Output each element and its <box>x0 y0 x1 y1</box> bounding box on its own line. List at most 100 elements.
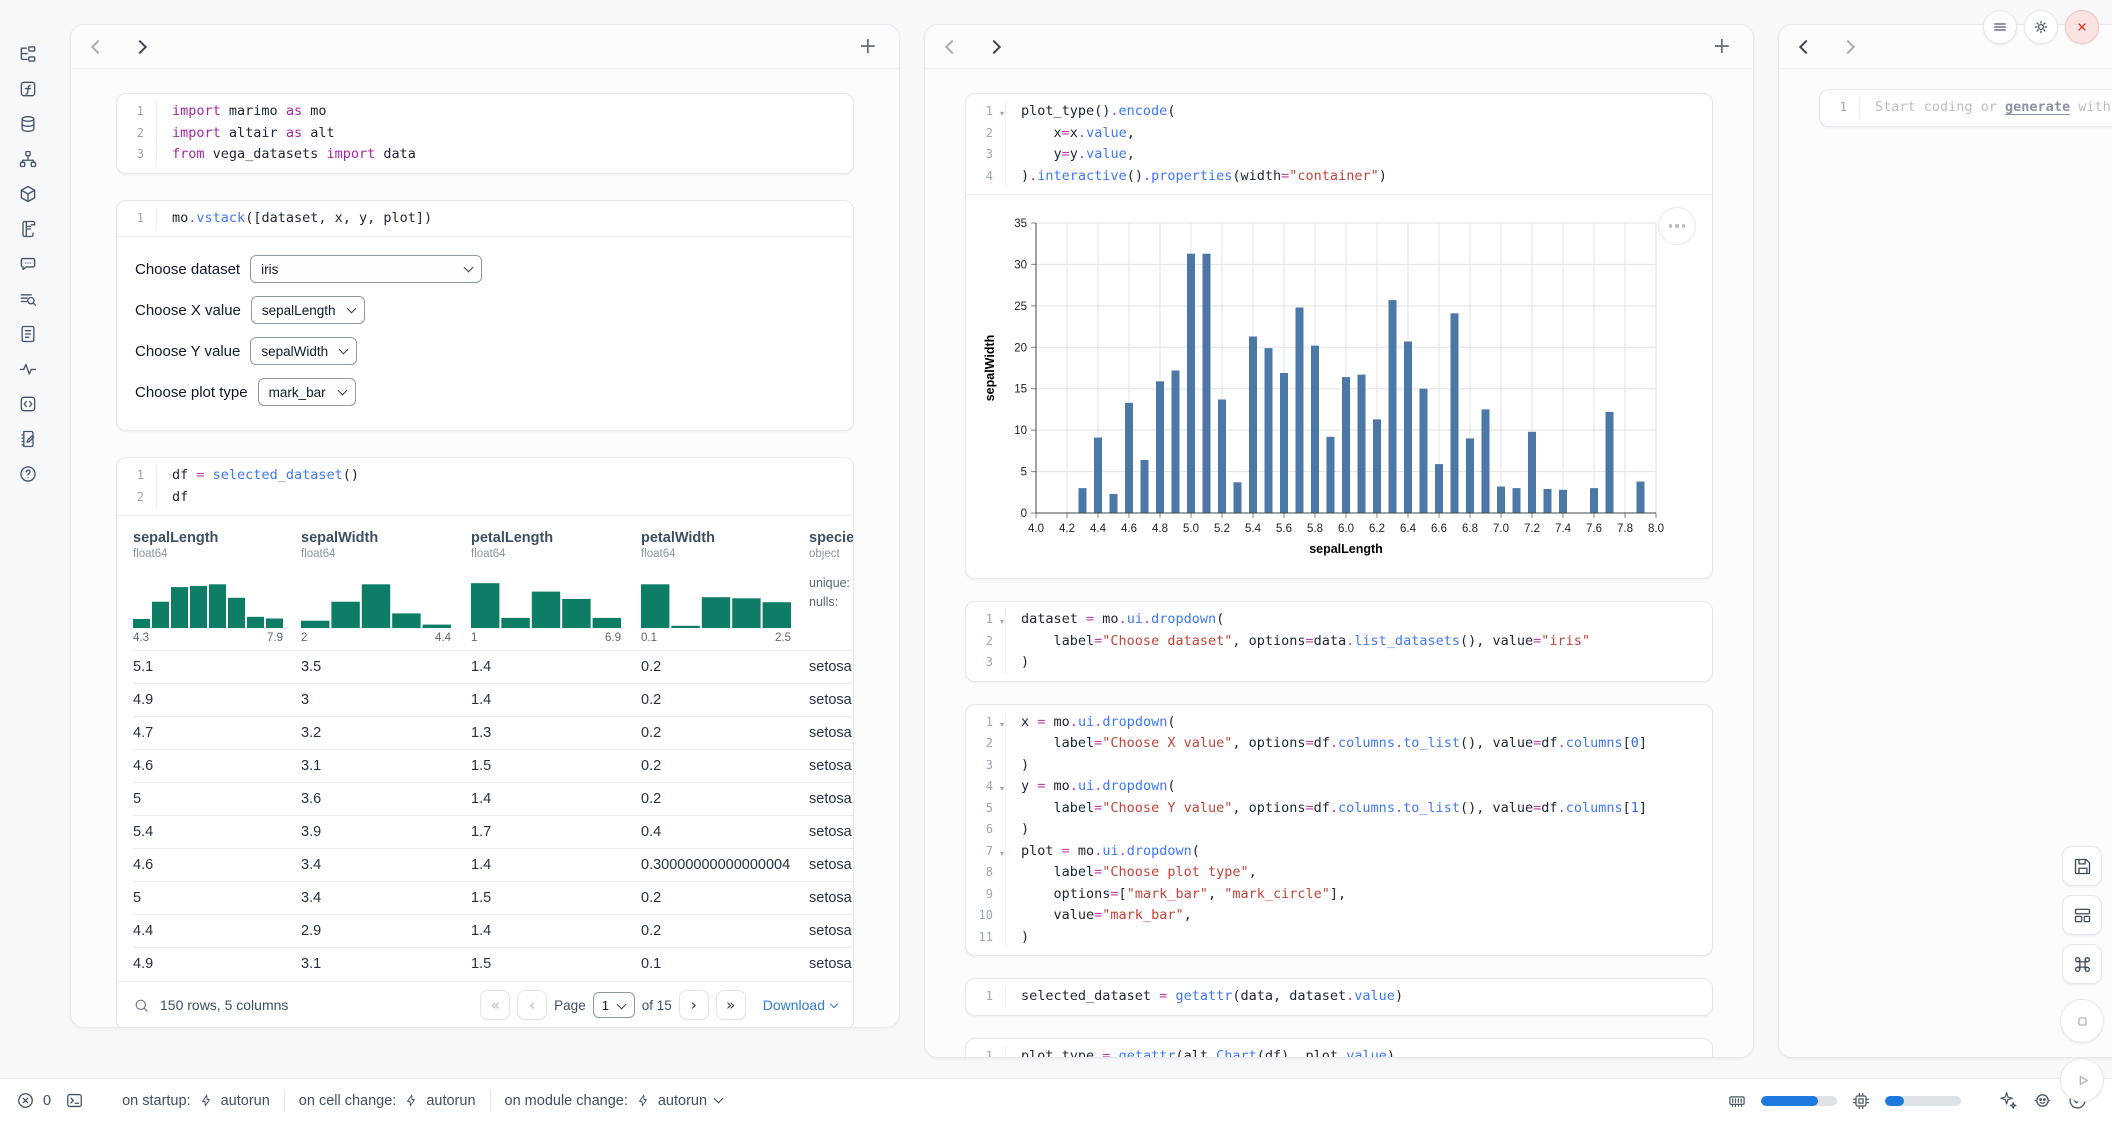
runtime-on-startup[interactable]: on startup: autorun <box>122 1093 270 1109</box>
bar-chart[interactable]: 4.04.24.44.64.85.05.25.45.65.86.06.26.46… <box>980 211 1700 568</box>
play-icon <box>2072 1070 2093 1091</box>
save-button[interactable] <box>2062 846 2102 886</box>
code-editor[interactable]: 1import marimo as mo2import altair as al… <box>117 94 853 173</box>
code-editor[interactable]: 1selected_dataset = getattr(data, datase… <box>966 979 1712 1015</box>
line-number: 3 <box>966 755 1006 777</box>
column-right-icon[interactable] <box>987 39 1001 53</box>
prev-page-button[interactable]: ‹ <box>517 990 547 1020</box>
tracing-icon[interactable] <box>18 359 38 379</box>
menu-button[interactable] <box>1983 10 2017 44</box>
keyboard-shortcuts-button[interactable] <box>2062 944 2102 984</box>
table-row[interactable]: 5.13.51.40.2setosa <box>133 651 853 684</box>
ai-sparkles-icon[interactable] <box>1997 1090 2018 1111</box>
table-row[interactable]: 4.931.40.2setosa <box>133 684 853 717</box>
table-row[interactable]: 4.63.11.50.2setosa <box>133 750 853 783</box>
table-row[interactable]: 4.63.41.40.30000000000000004setosa <box>133 849 853 882</box>
code-editor[interactable]: 1plot_type = getattr(alt.Chart(df), plot… <box>966 1039 1712 1058</box>
column-right-icon[interactable] <box>1841 39 1855 53</box>
snippets-icon[interactable] <box>18 394 38 414</box>
documentation-icon[interactable] <box>18 324 38 344</box>
layout-button[interactable] <box>2062 895 2102 935</box>
file-tree-icon[interactable] <box>18 44 38 64</box>
table-row[interactable]: 4.42.91.40.2setosa <box>133 915 853 948</box>
fold-icon[interactable]: ▾ <box>1000 714 1004 736</box>
fold-icon[interactable]: ▾ <box>1000 103 1004 125</box>
placeholder-text: Start coding or <box>1875 99 2005 115</box>
first-page-button[interactable]: « <box>480 990 510 1020</box>
table-row[interactable]: 5.43.91.70.4setosa <box>133 816 853 849</box>
runtime-on-module-change[interactable]: on module change: autorun <box>505 1093 723 1109</box>
next-page-button[interactable]: › <box>679 990 709 1020</box>
run-button[interactable] <box>2060 1058 2104 1102</box>
fold-icon[interactable]: ▾ <box>1000 611 1004 633</box>
code-editor[interactable]: 1▾x = mo.ui.dropdown(2 label="Choose X v… <box>966 705 1712 956</box>
table-row[interactable]: 4.93.11.50.1setosa <box>133 948 853 981</box>
fold-icon[interactable]: ▾ <box>1000 778 1004 800</box>
table-row[interactable]: 53.61.40.2setosa <box>133 783 853 816</box>
chevron-down-icon <box>830 999 838 1007</box>
table-row[interactable]: 4.73.21.30.2setosa <box>133 717 853 750</box>
choose-x-value-select[interactable]: sepalLength <box>251 296 365 324</box>
svg-text:6.4: 6.4 <box>1400 523 1417 535</box>
line-number: 5 <box>966 798 1006 820</box>
notebook-icon[interactable] <box>18 429 38 449</box>
choose-plot-type-select[interactable]: mark_bar <box>258 378 356 406</box>
choose-dataset-select[interactable]: iris <box>250 255 482 283</box>
errors-indicator[interactable]: 0 <box>16 1091 51 1110</box>
settings-button[interactable] <box>2024 10 2058 44</box>
code-editor[interactable]: 1mo.vstack([dataset, x, y, plot]) <box>117 201 853 237</box>
code-editor[interactable]: 1▾plot_type().encode(2 x=x.value,3 y=y.v… <box>966 94 1712 194</box>
terminal-button[interactable] <box>65 1091 84 1110</box>
generate-ai-link[interactable]: generate <box>2005 99 2070 115</box>
line-number: 10 <box>966 905 1006 927</box>
line-number: 1▾ <box>966 609 1006 631</box>
line-number: 1▾ <box>966 101 1006 123</box>
table-row[interactable]: 53.41.50.2setosa <box>133 882 853 915</box>
add-column-button[interactable]: + <box>1713 36 1731 58</box>
scratchpad-icon[interactable] <box>18 289 38 309</box>
control-row: Choose Y value sepalWidth <box>135 337 835 365</box>
vstack-output: Choose datasetirisChoose X valuesepalLen… <box>117 236 853 430</box>
choose-y-value-select[interactable]: sepalWidth <box>250 337 357 365</box>
column-header[interactable]: petalLengthfloat6416.9 <box>471 528 641 651</box>
dataframe-table: sepalLengthfloat644.37.9sepalWidthfloat6… <box>133 528 853 981</box>
download-button[interactable]: Download <box>763 997 837 1013</box>
column-2: + 1▾plot_type().encode(2 x=x.value,3 y=y… <box>924 24 1754 1058</box>
column-left-icon[interactable] <box>945 39 959 53</box>
column-right-icon[interactable] <box>133 39 147 53</box>
line-number: 4 <box>966 166 1006 188</box>
assistant-robot-icon[interactable] <box>2032 1090 2053 1111</box>
svg-text:5.2: 5.2 <box>1214 523 1230 535</box>
column-header[interactable]: speciesobjectunique:nulls: <box>809 528 853 651</box>
close-icon <box>2073 18 2091 36</box>
runtime-on-cell-change[interactable]: on cell change: autorun <box>299 1093 476 1109</box>
control-label: Choose Y value <box>135 343 240 360</box>
close-panel-button[interactable] <box>2065 10 2099 44</box>
dependencies-icon[interactable] <box>18 149 38 169</box>
code-editor[interactable]: 1▾dataset = mo.ui.dropdown(2 label="Choo… <box>966 602 1712 681</box>
code-editor[interactable]: 1 Start coding or generate with <box>1820 90 2112 126</box>
help-icon[interactable] <box>18 464 38 484</box>
stop-button[interactable] <box>2060 999 2104 1043</box>
packages-icon[interactable] <box>18 184 38 204</box>
functions-icon[interactable] <box>18 79 38 99</box>
chat-icon[interactable] <box>18 254 38 274</box>
add-column-button[interactable]: + <box>859 36 877 58</box>
last-page-button[interactable]: » <box>716 990 746 1020</box>
column-header[interactable]: sepalWidthfloat6424.4 <box>301 528 471 651</box>
column-header[interactable]: sepalLengthfloat644.37.9 <box>133 528 301 651</box>
column-histogram <box>301 572 451 628</box>
datasources-icon[interactable] <box>18 114 38 134</box>
column-histogram <box>471 572 621 628</box>
column-left-icon[interactable] <box>1799 39 1813 53</box>
fold-icon[interactable]: ▾ <box>1000 843 1004 865</box>
chart-menu-button[interactable] <box>1658 207 1696 245</box>
control-row: Choose datasetiris <box>135 255 835 283</box>
logs-icon[interactable] <box>18 219 38 239</box>
page-select[interactable]: 1 <box>593 992 635 1018</box>
search-icon[interactable] <box>133 997 150 1014</box>
code-editor[interactable]: 1df = selected_dataset()2df <box>117 458 853 515</box>
column-header[interactable]: petalWidthfloat640.12.5 <box>641 528 809 651</box>
line-number: 3 <box>117 144 157 166</box>
column-left-icon[interactable] <box>91 39 105 53</box>
